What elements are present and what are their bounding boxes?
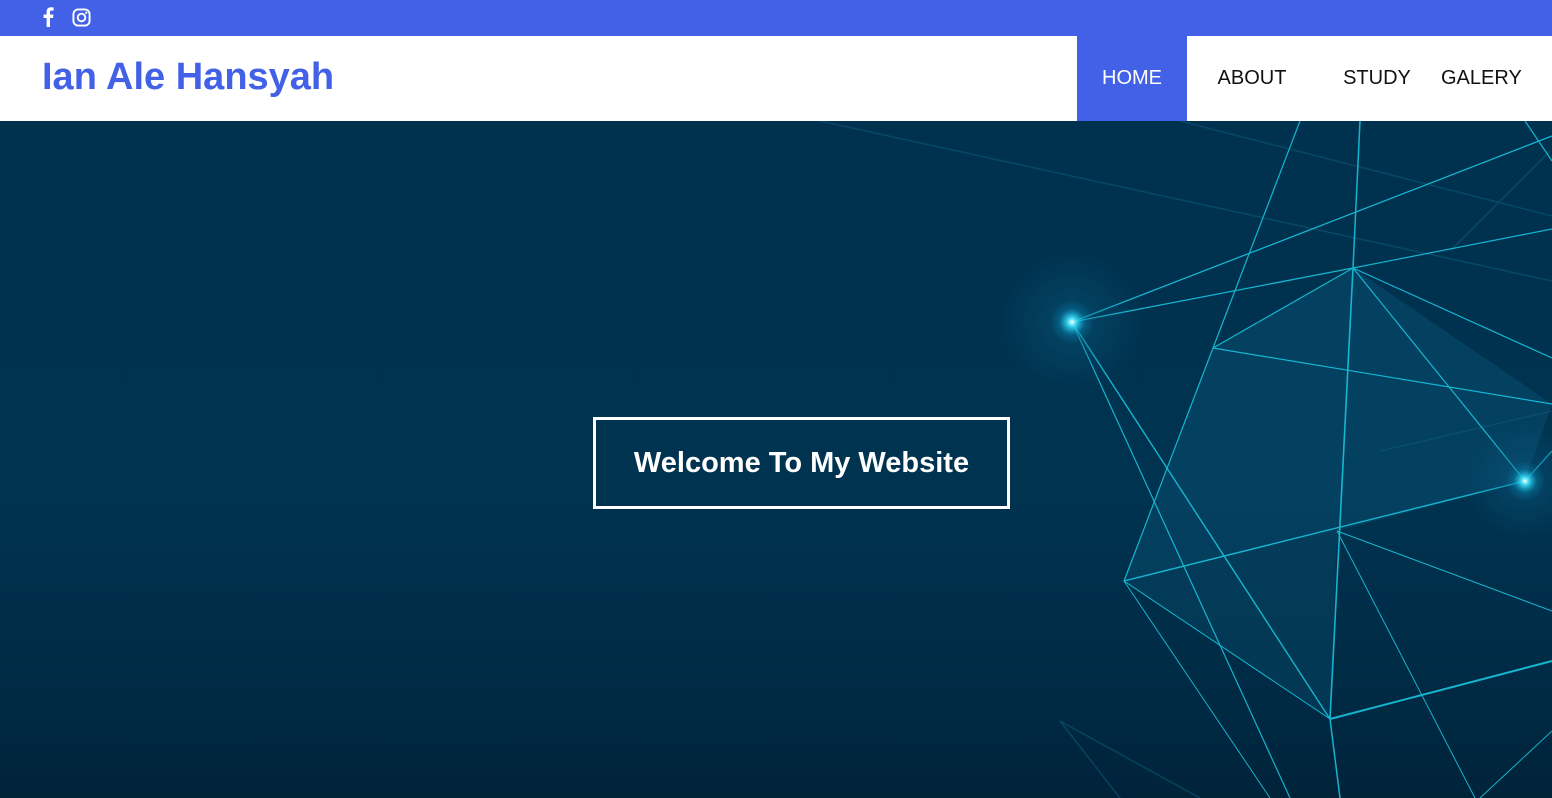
nav-item-study[interactable]: STUDY <box>1317 36 1437 121</box>
site-title[interactable]: Ian Ale Hansyah <box>42 54 334 100</box>
instagram-icon[interactable] <box>70 6 92 28</box>
facebook-icon[interactable] <box>37 6 59 28</box>
nav-item-about[interactable]: ABOUT <box>1187 36 1317 121</box>
main-navbar: Ian Ale Hansyah HOME ABOUT STUDY GALERY <box>0 36 1552 121</box>
nav-item-home[interactable]: HOME <box>1077 36 1187 121</box>
top-social-bar <box>0 0 1552 36</box>
nav-menu: HOME ABOUT STUDY GALERY <box>1077 36 1552 121</box>
welcome-banner: Welcome To My Website <box>593 417 1010 509</box>
hero-section: Welcome To My Website <box>0 121 1552 798</box>
nav-item-galery[interactable]: GALERY <box>1437 36 1552 121</box>
